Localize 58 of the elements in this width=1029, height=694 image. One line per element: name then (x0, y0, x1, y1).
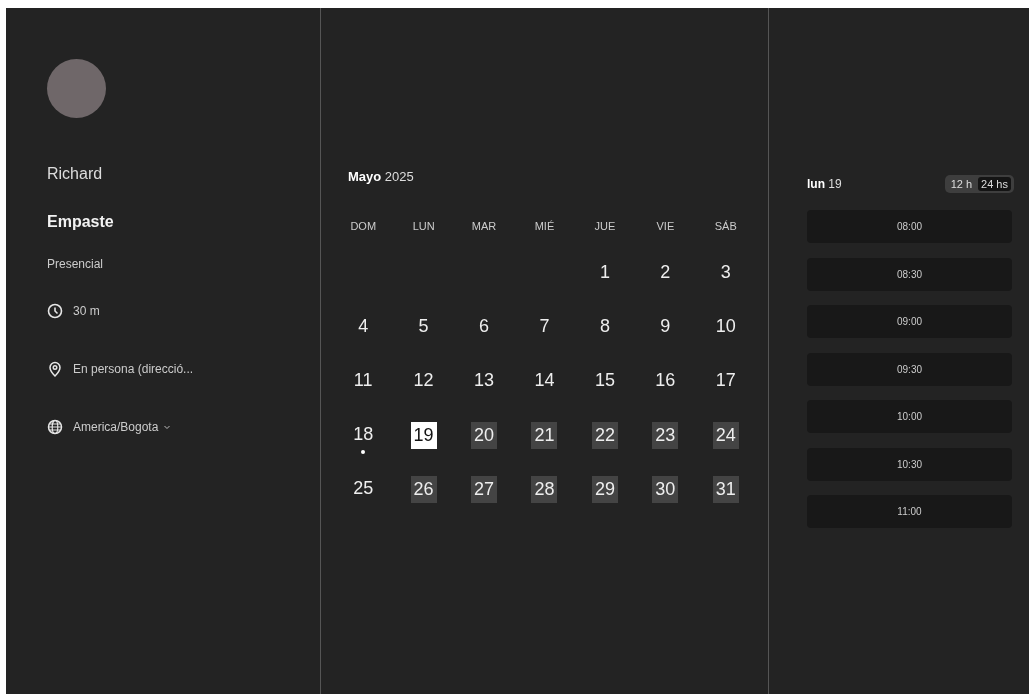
event-title: Empaste (47, 213, 115, 231)
day-number: 3 (719, 261, 732, 284)
calendar-day[interactable]: 21 (531, 422, 558, 449)
day-number: 5 (417, 315, 430, 338)
weekday-label: MIÉ (533, 220, 556, 234)
calendar-day[interactable]: 22 (591, 422, 618, 449)
detail-text: 30 m (73, 304, 100, 318)
calendar-day[interactable]: 29 (591, 476, 618, 503)
calendar-day[interactable]: 26 (410, 476, 437, 503)
selected-date: lun 19 (807, 177, 842, 191)
weekday-label: VIE (655, 220, 676, 234)
time-format-option[interactable]: 12 h (947, 177, 976, 191)
time-slot-button[interactable]: 11:00 (807, 495, 1012, 528)
day-number: 18 (352, 423, 375, 446)
day-number: 7 (538, 315, 551, 338)
day-number: 2 (659, 261, 672, 284)
host-name: Richard (47, 165, 104, 183)
weekday-label: DOM (349, 220, 378, 234)
time-slot-button[interactable]: 10:30 (807, 447, 1012, 481)
weekday-label: JUE (593, 220, 617, 234)
calendar-day[interactable]: 19 (410, 422, 437, 449)
day-number: 9 (659, 315, 672, 338)
calendar-day[interactable]: 28 (531, 476, 558, 503)
globe-icon (47, 419, 63, 435)
calendar-day[interactable]: 27 (471, 476, 498, 503)
day-number: 1 (598, 261, 611, 284)
location-pin-icon (47, 361, 63, 377)
day-number: 16 (654, 369, 677, 392)
day-number: 12 (412, 369, 435, 392)
weekday-label: MAR (470, 220, 498, 234)
calendar-day[interactable]: 30 (652, 476, 679, 503)
calendar-day[interactable]: 23 (652, 422, 679, 449)
month-title: Mayo 2025 (347, 169, 415, 184)
time-format-option[interactable]: 24 hs (978, 177, 1011, 191)
calendar-day[interactable]: 24 (712, 422, 739, 449)
detail-text: En persona (direcció... (73, 362, 194, 376)
day-number: 14 (533, 369, 556, 392)
day-number: 13 (473, 369, 496, 392)
day-number: 6 (478, 315, 491, 338)
time-slot-button[interactable]: 08:00 (807, 210, 1012, 243)
time-slot-button[interactable]: 10:00 (807, 400, 1012, 433)
day-number: 11 (352, 369, 374, 392)
timezone-dropdown[interactable]: America/Bogota (73, 420, 172, 434)
day-number: 25 (352, 477, 375, 500)
day-number: 4 (357, 315, 370, 338)
event-mode: Presencial (47, 257, 105, 271)
time-slot-button[interactable]: 09:00 (807, 305, 1012, 338)
day-number: 10 (714, 315, 737, 338)
weekday-label: SÁB (713, 220, 738, 234)
calendar-day[interactable]: 20 (471, 422, 498, 449)
time-slot-button[interactable]: 08:30 (807, 257, 1012, 291)
calendar-day[interactable]: 31 (712, 476, 739, 503)
day-number: 8 (598, 315, 611, 338)
clock-icon (47, 303, 63, 319)
day-number: 17 (714, 369, 737, 392)
day-number: 15 (593, 369, 616, 392)
weekday-label: LUN (411, 220, 436, 234)
time-slot-button[interactable]: 09:30 (807, 352, 1012, 386)
